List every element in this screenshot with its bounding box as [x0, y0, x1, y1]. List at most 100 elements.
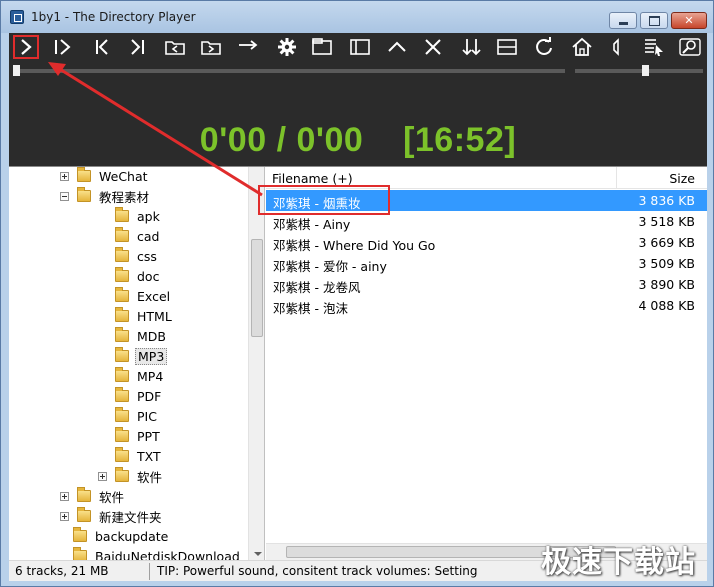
tree-item[interactable]: PPT [115, 426, 162, 446]
home-icon [572, 37, 592, 56]
tree-item-label: MP3 [135, 347, 168, 365]
refresh-button[interactable] [531, 35, 557, 59]
elapsed-time: 0'00 [199, 121, 267, 159]
file-size: 3 518 KB [638, 214, 695, 229]
play-button[interactable] [13, 35, 39, 59]
expand-icon[interactable] [98, 471, 107, 481]
tree-item-label: backupdate [95, 528, 169, 544]
volume-slider[interactable] [575, 65, 703, 76]
tree-item[interactable]: 新建文件夹 [60, 506, 164, 526]
tree-item[interactable]: PIC [115, 406, 159, 426]
tree-item[interactable]: WeChat [60, 167, 150, 186]
file-row[interactable]: 邓紫棋 - 爱你 - ainy 3 509 KB [266, 253, 707, 274]
tree-item[interactable]: BaiduNetdiskDownload [73, 546, 242, 561]
sort-button[interactable] [458, 35, 484, 59]
sort-icon [462, 39, 481, 56]
tree-item[interactable]: TXT [115, 446, 163, 466]
tree-item-label: PPT [137, 428, 160, 444]
status-divider [149, 563, 150, 580]
previous-button[interactable] [89, 35, 115, 59]
file-size: 3 890 KB [638, 277, 695, 292]
seek-bar[interactable] [13, 65, 565, 76]
next-icon [131, 39, 144, 55]
tree-item-label: doc [137, 268, 160, 284]
jump-button[interactable] [235, 35, 261, 59]
tree-item[interactable]: 教程素材 [60, 186, 151, 206]
arrow-right-icon [239, 40, 258, 50]
expand-icon[interactable] [60, 171, 69, 181]
panel-button[interactable] [347, 35, 373, 59]
tree-item[interactable]: apk [115, 206, 162, 226]
pause-play-icon [55, 39, 71, 55]
folder-icon [115, 287, 129, 302]
folder-back-button[interactable] [162, 35, 188, 59]
file-row[interactable]: 邓紫棋 - 泡沫 4 088 KB [266, 295, 707, 316]
folder-icon [115, 367, 129, 382]
play-pause-button[interactable] [49, 35, 75, 59]
folder-icon [115, 427, 129, 442]
expand-icon[interactable] [60, 491, 69, 501]
tree-item[interactable]: 软件 [98, 466, 164, 486]
folder-forward-button[interactable] [198, 35, 224, 59]
collapse-icon[interactable] [60, 191, 69, 201]
tree-item-label: 软件 [99, 489, 125, 505]
file-row[interactable]: 邓紫棋 - 龙卷风 3 890 KB [266, 274, 707, 295]
filename-column-header[interactable]: Filename (+) [272, 171, 353, 186]
remove-button[interactable] [420, 35, 446, 59]
scroll-down-icon[interactable] [254, 552, 262, 556]
seek-thumb[interactable] [13, 65, 20, 76]
tree-item-label: 新建文件夹 [99, 509, 162, 525]
volume-button[interactable] [605, 35, 631, 59]
file-row[interactable]: 邓紫棋 - Where Did You Go 3 669 KB [266, 232, 707, 253]
column-divider[interactable] [616, 167, 617, 189]
expand-icon[interactable] [60, 511, 69, 521]
window-title: 1by1 - The Directory Player [31, 10, 196, 24]
file-list[interactable]: Filename (+) Size 邓紫琪 - 烟熏妆 3 836 KB 邓紫棋 -… [266, 167, 707, 561]
up-button[interactable] [384, 35, 410, 59]
folder-icon [115, 267, 129, 282]
title-bar[interactable]: 1by1 - The Directory Player ✕ [1, 1, 713, 33]
status-tip: TIP: Powerful sound, consitent track vol… [157, 564, 478, 578]
layout-button[interactable] [494, 35, 520, 59]
settings-button[interactable] [274, 35, 300, 59]
size-column-header[interactable]: Size [669, 171, 695, 186]
volume-thumb[interactable] [641, 65, 649, 76]
tree-item[interactable]: MDB [115, 326, 168, 346]
tree-item[interactable]: MP3 [115, 346, 168, 366]
refresh-icon [536, 37, 552, 55]
tree-item-label: 教程素材 [99, 189, 150, 205]
speaker-icon [613, 38, 619, 56]
folder-back-icon [165, 41, 185, 55]
file-size: 3 509 KB [638, 256, 695, 271]
folder-icon [115, 247, 129, 262]
tree-item[interactable]: backupdate [73, 526, 170, 546]
tree-item[interactable]: 软件 [60, 486, 126, 506]
folder-icon [77, 487, 91, 502]
folder-icon [115, 467, 129, 482]
chevron-up-icon [388, 41, 406, 52]
file-size: 3 836 KB [638, 193, 695, 208]
next-button[interactable] [124, 35, 150, 59]
home-button[interactable] [569, 35, 595, 59]
close-window-button[interactable]: ✕ [671, 12, 707, 29]
playlist-button[interactable] [641, 35, 667, 59]
tree-item[interactable]: HTML [115, 306, 174, 326]
minimize-button[interactable] [609, 12, 637, 29]
tree-item[interactable]: cad [115, 226, 161, 246]
tree-item[interactable]: doc [115, 266, 161, 286]
tree-item-label: css [137, 248, 157, 264]
search-button[interactable] [677, 35, 703, 59]
tree-scrollbar[interactable] [248, 167, 264, 561]
tree-item[interactable]: css [115, 246, 159, 266]
window-button[interactable] [309, 35, 335, 59]
search-icon [679, 38, 701, 56]
tree-item[interactable]: MP4 [115, 366, 165, 386]
folder-icon [115, 347, 129, 362]
maximize-button[interactable] [640, 12, 668, 29]
tree-scroll-thumb[interactable] [251, 239, 263, 337]
tree-item[interactable]: PDF [115, 386, 163, 406]
tree-item-label: cad [137, 228, 160, 244]
window-icon [312, 38, 332, 55]
tree-item[interactable]: Excel [115, 286, 172, 306]
folder-tree[interactable]: BaiduNetdiskDownload backupdate 新建文件夹 软件 软件 T… [9, 167, 265, 561]
